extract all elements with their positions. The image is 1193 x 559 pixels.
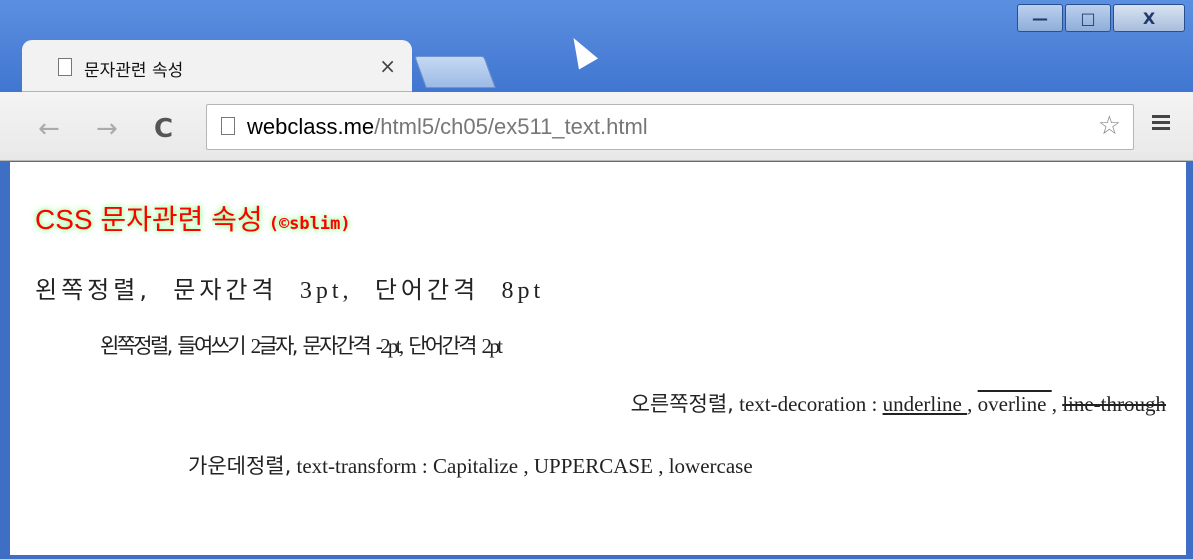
text: 2pt xyxy=(481,334,503,358)
paragraph-3: 오른쪽정렬, text-decoration : underline , ove… xyxy=(631,388,1166,418)
text: 문자간격 xyxy=(173,276,278,304)
toolbar: ← → C webclass.me/html5/ch05/ex511_text.… xyxy=(0,92,1193,161)
text: , xyxy=(1051,392,1063,416)
title-bar: — □ X 문자관련 속성 × xyxy=(0,0,1193,100)
url-path: /html5/ch05/ex511_text.html xyxy=(374,114,648,139)
page-icon xyxy=(221,117,235,135)
forward-arrow-icon[interactable]: → xyxy=(96,114,118,144)
text: , xyxy=(518,454,534,478)
text: text-transform : xyxy=(291,454,433,478)
star-icon[interactable]: ☆ xyxy=(1098,111,1121,141)
window-controls: — □ X xyxy=(1015,4,1185,32)
text: , xyxy=(652,454,669,478)
page-icon xyxy=(58,58,72,76)
tab-active[interactable]: 문자관련 속성 × xyxy=(22,40,412,92)
back-arrow-icon[interactable]: ← xyxy=(38,114,60,144)
page-content: CSS 문자관련 속성 (©sblim) 왼쪽정렬, 문자간격 3pt, 단어간격… xyxy=(10,162,1186,555)
menu-icon[interactable] xyxy=(1152,112,1170,134)
minimize-button[interactable]: — xyxy=(1017,4,1063,32)
text: 8pt xyxy=(501,278,545,304)
uppercase-text: UPPERCASE xyxy=(533,454,653,478)
maximize-button[interactable]: □ xyxy=(1065,4,1111,32)
url-host: webclass.me xyxy=(247,114,375,139)
new-tab-button[interactable] xyxy=(414,56,496,88)
page-title: CSS 문자관련 속성 (©sblim) xyxy=(35,198,351,238)
mouse-cursor-icon xyxy=(563,32,599,70)
reload-icon[interactable]: C xyxy=(154,114,173,144)
line-through-text: line-through xyxy=(1062,392,1166,416)
text: 오른쪽정렬, xyxy=(630,392,734,416)
paragraph-1: 왼쪽정렬, 문자간격 3pt, 단어간격 8pt xyxy=(35,270,544,305)
text: text-decoration : xyxy=(733,392,883,416)
address-bar[interactable]: webclass.me/html5/ch05/ex511_text.html ☆ xyxy=(206,104,1134,150)
paragraph-4: 가운데정렬, text-transform : Capitalize , UPP… xyxy=(188,450,753,480)
close-window-button[interactable]: X xyxy=(1113,4,1185,32)
text: 글자, 문자간격 xyxy=(258,334,371,358)
tab-title: 문자관련 속성 xyxy=(84,61,184,81)
text: 3pt, xyxy=(299,278,353,304)
url-text[interactable]: webclass.me/html5/ch05/ex511_text.html xyxy=(247,114,648,140)
page-title-text: CSS 문자관련 속성 xyxy=(35,204,263,235)
underline-text: underline xyxy=(882,392,968,416)
text: 단어간격 xyxy=(374,276,480,304)
page-author: (©sblim) xyxy=(268,214,351,234)
text: -2pt, xyxy=(375,334,404,358)
text: 왼쪽정렬, xyxy=(35,276,151,304)
overline-text: overline xyxy=(977,392,1052,416)
capitalize-text: Capitalize xyxy=(433,454,519,478)
text: , xyxy=(967,392,978,416)
tab-close-icon[interactable]: × xyxy=(379,54,396,78)
text: 왼쪽정렬, 들여쓰기 xyxy=(100,334,247,358)
text: 단어간격 xyxy=(408,334,477,358)
paragraph-2: 왼쪽정렬, 들여쓰기 2글자, 문자간격 -2pt, 단어간격 2pt xyxy=(100,330,503,360)
lowercase-text: lowercase xyxy=(668,454,753,478)
browser-window: — □ X 문자관련 속성 × ← → C webclass.me/html5/… xyxy=(0,0,1193,559)
text: 가운데정렬, xyxy=(188,454,292,478)
